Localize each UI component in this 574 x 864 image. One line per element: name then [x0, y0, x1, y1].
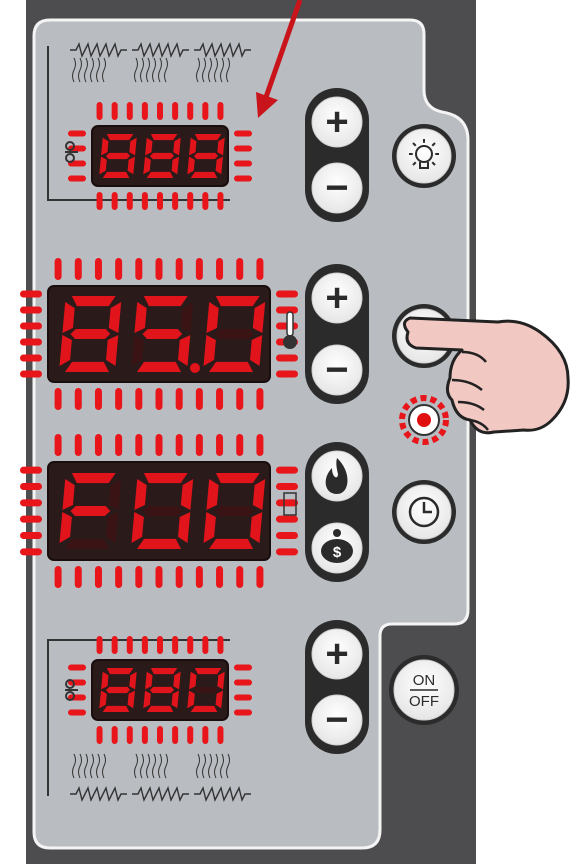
plus-label: +	[325, 632, 348, 676]
flame-button[interactable]	[307, 446, 367, 506]
off-label: OFF	[409, 693, 439, 710]
minus-button[interactable]: −	[307, 340, 367, 400]
minus-label: −	[325, 698, 348, 742]
minus-button[interactable]: −	[307, 690, 367, 750]
minus-label: −	[325, 348, 348, 392]
piggy-bank-button[interactable]: $	[307, 518, 367, 578]
minus-label: −	[325, 166, 348, 210]
plus-label: +	[325, 276, 348, 320]
indicator-led	[417, 413, 431, 427]
dollar-sign: $	[333, 544, 342, 561]
plus-button[interactable]: +	[307, 92, 367, 152]
decimal-point	[190, 363, 200, 373]
plus-button[interactable]: +	[307, 624, 367, 684]
power-button[interactable]: ON OFF	[389, 655, 459, 725]
timer-button[interactable]	[392, 480, 456, 544]
on-label: ON	[413, 672, 436, 689]
light-button[interactable]	[392, 124, 456, 188]
plus-label: +	[325, 100, 348, 144]
oven-control-panel: 88885.0F00880 +−+−+−$ONOFF	[20, 0, 570, 864]
minus-button[interactable]: −	[307, 158, 367, 218]
plus-button[interactable]: +	[307, 268, 367, 328]
